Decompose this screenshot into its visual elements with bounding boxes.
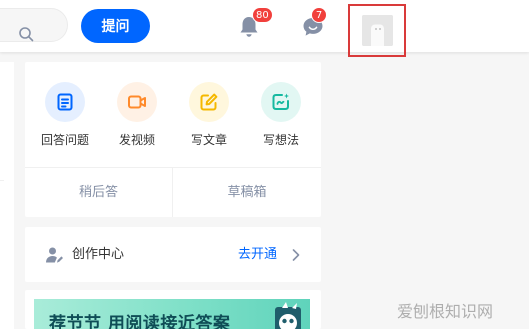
mascot-illustration — [275, 302, 301, 329]
write-idea-button[interactable]: 写想法 — [246, 82, 316, 152]
search-icon[interactable] — [18, 26, 34, 42]
drafts-button[interactable]: 草稿箱 — [173, 168, 321, 217]
activate-link[interactable]: 去开通 — [238, 246, 277, 264]
post-video-button[interactable]: 发视频 — [102, 82, 172, 152]
post-video-label: 发视频 — [118, 133, 155, 147]
promo-banner-text: 荐节节 用阅读接近答案 — [49, 314, 231, 329]
promo-banner[interactable]: 荐节节 用阅读接近答案 — [34, 299, 310, 329]
promo-card: 荐节节 用阅读接近答案 — [25, 290, 321, 329]
answer-question-label: 回答问题 — [40, 133, 89, 147]
divider — [0, 180, 4, 181]
notification-count-badge: 80 — [252, 7, 273, 23]
idea-icon-circle — [261, 82, 301, 122]
write-idea-label: 写想法 — [262, 133, 299, 147]
creator-person-icon — [46, 247, 63, 263]
message-count-badge: 7 — [311, 7, 327, 23]
watermark: 爱刨根知识网 — [397, 302, 494, 321]
notifications-button[interactable]: 80 — [236, 7, 273, 40]
top-header: 提问 80 7 — [0, 0, 529, 57]
default-avatar-icon — [362, 15, 393, 46]
answer-icon — [57, 93, 73, 111]
video-icon-circle — [117, 82, 157, 122]
avatar-highlight-frame — [348, 4, 406, 57]
creator-center-card[interactable]: 创作中心 去开通 — [25, 227, 321, 282]
video-icon — [128, 95, 146, 109]
left-feed-card-edge — [0, 62, 14, 329]
answer-icon-circle — [45, 82, 85, 122]
article-icon-circle — [189, 82, 229, 122]
pencil-square-icon — [200, 93, 218, 111]
create-panel: 回答问题 发视频 写文章 写想法 稍后答 草稿箱 — [25, 62, 321, 217]
write-article-label: 写文章 — [190, 133, 227, 147]
idea-icon — [272, 93, 289, 110]
avatar[interactable] — [362, 15, 393, 46]
chevron-right-icon[interactable] — [291, 248, 301, 262]
write-article-button[interactable]: 写文章 — [174, 82, 244, 152]
ask-question-button[interactable]: 提问 — [81, 9, 150, 43]
answer-later-button[interactable]: 稍后答 — [25, 168, 172, 217]
search-input[interactable] — [0, 8, 68, 42]
creator-center-title: 创作中心 — [72, 247, 125, 262]
answer-question-button[interactable]: 回答问题 — [30, 82, 100, 152]
messages-button[interactable]: 7 — [300, 7, 327, 40]
